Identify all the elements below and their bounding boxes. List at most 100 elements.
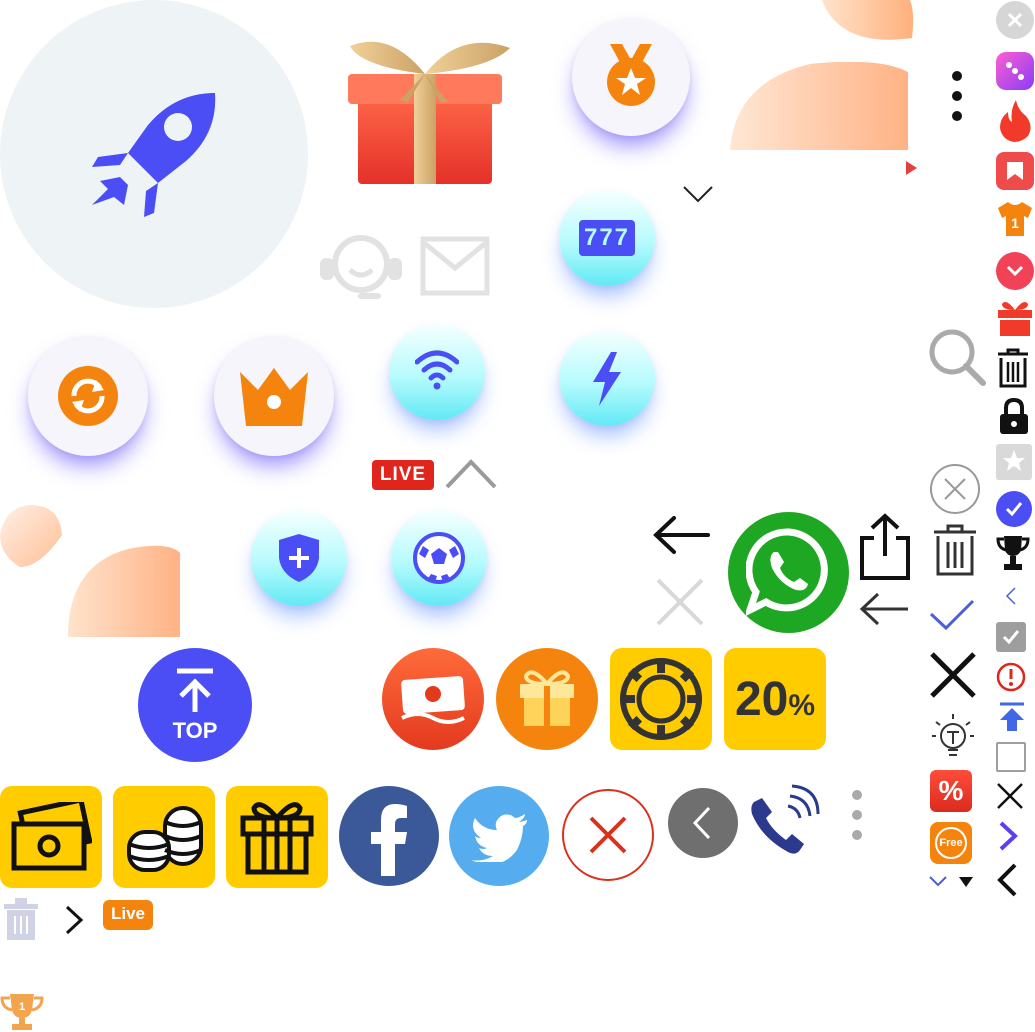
back-to-top-icon <box>177 668 213 712</box>
gift-outline-button[interactable] <box>226 786 328 888</box>
free-icon: Free <box>935 827 967 859</box>
shirt-icon[interactable]: 1 <box>996 200 1034 238</box>
trash-icon[interactable] <box>932 524 978 576</box>
arrow-left-icon[interactable] <box>652 514 710 556</box>
gift-red-icon[interactable] <box>996 298 1034 338</box>
trophy-icon: 1 <box>0 994 44 1030</box>
money-bill-icon <box>401 676 465 724</box>
facebook-icon <box>371 804 407 876</box>
checkbox-icon <box>1002 630 1020 645</box>
dice-button[interactable] <box>996 52 1034 90</box>
live-badge-orange: Live <box>103 900 153 930</box>
mail-icon[interactable] <box>420 236 490 296</box>
lock-icon[interactable] <box>998 398 1030 436</box>
soccer-button[interactable] <box>391 510 487 606</box>
gift-icon <box>520 670 574 726</box>
bookmark-button[interactable] <box>996 152 1034 190</box>
chevron-up-icon[interactable] <box>444 458 498 490</box>
twitter-button[interactable] <box>449 786 549 886</box>
chevron-right-icon[interactable] <box>998 820 1018 852</box>
close-icon[interactable] <box>928 650 978 700</box>
facebook-button[interactable] <box>339 786 439 886</box>
share-icon[interactable] <box>858 512 912 580</box>
trash-icon[interactable] <box>2 898 40 942</box>
peach-blob-decoration <box>730 62 908 150</box>
chevron-right-icon[interactable] <box>64 904 84 936</box>
fire-icon[interactable] <box>998 100 1032 142</box>
refresh-icon <box>58 366 118 426</box>
slots-label: 777 <box>583 224 631 251</box>
chevron-left-icon[interactable] <box>1004 586 1018 606</box>
chevron-down-icon[interactable] <box>682 185 714 203</box>
caret-right-icon[interactable] <box>904 160 918 176</box>
trash-icon[interactable] <box>996 348 1030 388</box>
peach-blob-decoration <box>822 0 914 40</box>
gift-box-icon <box>348 41 510 184</box>
poker-chip-button[interactable] <box>610 648 712 750</box>
shield-button[interactable] <box>251 510 347 606</box>
percent-20-button[interactable]: 20% <box>724 648 826 750</box>
shirt-number-label: 1 <box>1011 215 1019 231</box>
empty-checkbox-icon[interactable] <box>996 742 1026 772</box>
free-button[interactable]: Free <box>930 822 972 864</box>
cash-icon <box>11 802 92 871</box>
percent-value: 20 <box>734 673 789 726</box>
star-icon <box>1003 450 1025 471</box>
close-icon[interactable] <box>654 576 706 628</box>
caret-down-icon[interactable] <box>958 876 974 888</box>
cash-button[interactable] <box>0 786 102 888</box>
coins-icon <box>127 806 203 872</box>
chevron-down-circle-button[interactable] <box>996 252 1034 290</box>
top-label: TOP <box>172 718 218 743</box>
kebab-menu-icon[interactable] <box>850 788 864 842</box>
discount-button[interactable]: % <box>930 770 972 812</box>
lightbulb-icon[interactable] <box>930 712 976 758</box>
trophy-rank-label: 1 <box>19 1001 25 1013</box>
money-button[interactable] <box>382 648 484 750</box>
chevron-down-circle-icon <box>1006 265 1024 277</box>
wifi-icon <box>415 350 459 390</box>
crown-icon <box>240 368 308 426</box>
whatsapp-button[interactable] <box>728 512 849 633</box>
close-icon <box>1007 12 1023 28</box>
support-agent-icon[interactable] <box>318 230 404 302</box>
crown-button[interactable] <box>214 336 334 456</box>
chevron-left-icon[interactable] <box>996 862 1018 898</box>
star-button[interactable] <box>996 444 1032 480</box>
soccer-ball-icon <box>413 532 465 584</box>
close-circle-icon[interactable] <box>928 462 982 516</box>
close-circle-button[interactable] <box>562 789 654 881</box>
search-icon[interactable] <box>928 328 986 386</box>
coins-button[interactable] <box>113 786 215 888</box>
back-to-top-button[interactable]: TOP <box>138 648 252 762</box>
medal-button[interactable] <box>572 18 690 136</box>
kebab-menu-icon[interactable] <box>950 70 964 122</box>
close-circle-icon <box>589 816 627 854</box>
check-icon[interactable] <box>928 598 976 632</box>
slots-button[interactable]: 777 <box>559 190 655 286</box>
wifi-button[interactable] <box>389 324 485 420</box>
phone-ringing-icon[interactable] <box>748 784 820 858</box>
close-button[interactable] <box>996 1 1034 39</box>
close-icon[interactable] <box>996 782 1024 810</box>
whatsapp-icon <box>746 528 828 616</box>
arrow-left-icon[interactable] <box>858 590 910 628</box>
rocket-icon <box>92 93 216 217</box>
medal-icon <box>607 44 655 106</box>
refresh-button[interactable] <box>28 336 148 456</box>
chevron-down-icon[interactable] <box>928 874 948 888</box>
slots-777-icon: 777 <box>579 220 635 256</box>
gift-button[interactable] <box>496 648 598 750</box>
peach-blob-decoration <box>0 505 62 567</box>
rocket-button[interactable] <box>0 0 308 308</box>
lightning-button[interactable] <box>559 330 655 426</box>
upload-icon[interactable] <box>998 702 1026 732</box>
back-circle-button[interactable] <box>668 788 738 858</box>
percent-20-icon: 20% <box>724 672 826 727</box>
trophy-icon[interactable] <box>996 534 1030 572</box>
checkbox-checked[interactable] <box>996 622 1026 652</box>
shield-plus-icon <box>279 534 319 582</box>
check-circle-button[interactable] <box>996 491 1032 527</box>
live-badge: LIVE <box>372 460 434 490</box>
percent-sign: % <box>788 689 816 722</box>
